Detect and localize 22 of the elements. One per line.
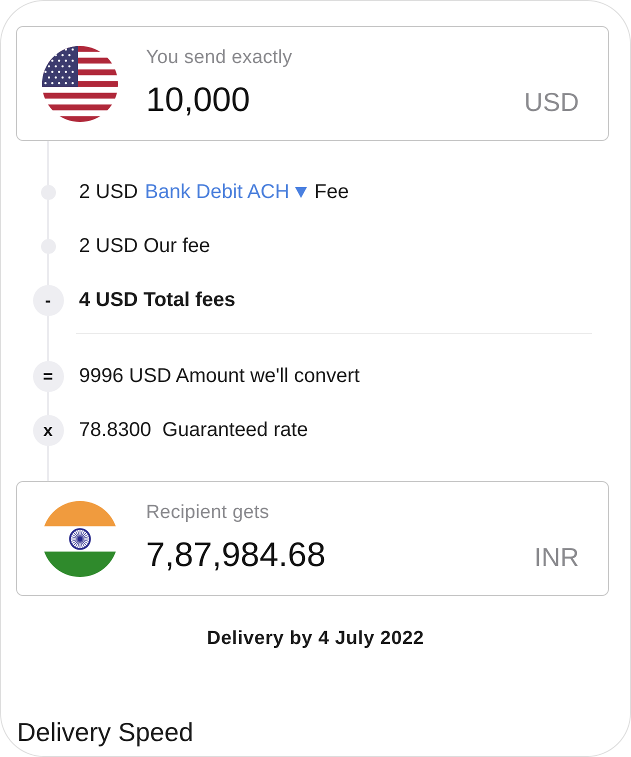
fee-line: 2 USD Our fee: [79, 234, 210, 258]
operator-symbol: -: [32, 284, 64, 316]
us-flag-icon: [42, 46, 118, 122]
fee-amount: 2 USD: [79, 180, 138, 204]
currency-code: USD: [524, 86, 579, 116]
rate-label: Guaranteed rate: [162, 418, 308, 442]
section-heading: Delivery Speed: [16, 717, 194, 747]
receive-amount-value[interactable]: 7,87,984.68: [146, 534, 326, 574]
payment-method-dropdown[interactable]: Bank Debit ACH: [144, 180, 308, 204]
delivery-date: Delivery by 4 July 2022: [206, 627, 426, 651]
total-fees: 4 USD Total fees: [79, 288, 236, 312]
caret-icon: [295, 186, 308, 198]
fee-label: Fee: [314, 180, 349, 204]
operator-symbol: =: [32, 360, 64, 392]
currency-code: INR: [534, 542, 579, 572]
send-amount-value[interactable]: 10,000: [146, 80, 250, 120]
india-flag-icon: [42, 500, 118, 576]
exchange-rate: 78.8300: [79, 418, 152, 442]
amount-label: Recipient gets: [146, 502, 270, 522]
converted-amount: 9996 USD Amount we'll convert: [79, 364, 360, 388]
amount-label: You send exactly: [146, 48, 292, 68]
operator-symbol: x: [32, 414, 64, 446]
